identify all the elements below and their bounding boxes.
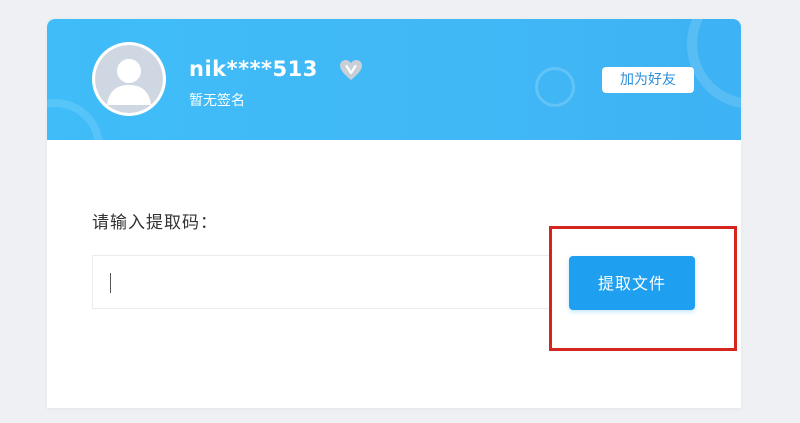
add-friend-button[interactable]: 加为好友 [602, 67, 694, 93]
vip-heart-icon [340, 60, 362, 80]
avatar[interactable] [92, 42, 166, 116]
profile-header: nik****513 暂无签名 加为好友 [47, 19, 741, 140]
default-user-avatar-icon [95, 45, 163, 113]
decor-ring [687, 19, 741, 109]
highlight-annotation [549, 226, 737, 351]
username: nik****513 [189, 57, 318, 81]
text-caret [110, 273, 111, 293]
extract-code-input[interactable] [92, 255, 552, 309]
decor-ring [535, 67, 575, 107]
extract-code-label: 请输入提取码： [92, 213, 218, 233]
signature-text: 暂无签名 [189, 93, 245, 109]
decor-ring [47, 99, 103, 140]
